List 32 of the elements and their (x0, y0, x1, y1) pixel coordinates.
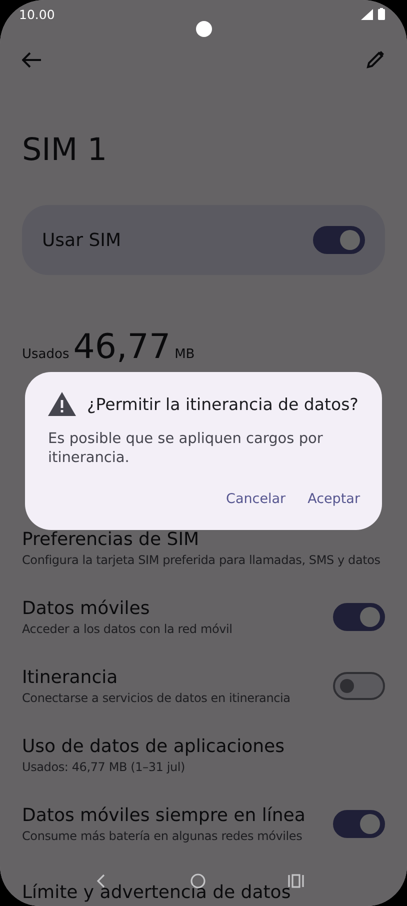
pencil-icon[interactable] (365, 50, 385, 70)
usage-amount: 46,77 (73, 327, 171, 367)
battery-icon (378, 8, 385, 20)
dialog-button[interactable]: Aceptar (308, 487, 360, 511)
dialog-message: Es posible que se apliquen cargos por itinerancia. (48, 430, 324, 468)
setting-subtitle: Acceder a los datos con la red móvil (22, 622, 232, 636)
warning-icon (48, 392, 76, 416)
recent-apps-icon[interactable] (288, 874, 304, 888)
toggle-switch[interactable] (333, 602, 385, 630)
setting-title[interactable]: Itinerancia (22, 666, 290, 688)
status-time: 10.00 (19, 6, 55, 22)
setting-title[interactable]: Uso de datos de aplicaciones (22, 736, 285, 756)
setting-title[interactable]: Datos móviles siempre en línea (22, 804, 306, 826)
setting-title[interactable]: Límite y advertencia de datos (22, 882, 291, 903)
usage-unit: MB (174, 347, 195, 362)
toggle-switch[interactable] (313, 226, 365, 254)
setting-subtitle: Usados: 46,77 MB (1–31 jul) (22, 760, 186, 774)
setting-title[interactable]: Datos móviles (22, 598, 232, 618)
sim-label: Usar SIM (42, 230, 121, 250)
setting-title[interactable]: Preferencias de SIM (22, 528, 380, 550)
dialog-title: ¿Permitir la itinerancia de datos? (87, 394, 358, 414)
camera-icon (196, 21, 212, 37)
toggle-switch[interactable] (333, 810, 385, 838)
back-arrow-icon[interactable] (22, 52, 42, 68)
setting-subtitle: Conectarse a servicios de datos en itinerancia (22, 690, 290, 704)
page-title: SIM 1 (22, 132, 108, 168)
toggle-switch[interactable] (333, 672, 385, 700)
dialog-button[interactable]: Cancelar (226, 487, 286, 511)
usage-label: Usados (22, 347, 70, 362)
signal-icon (361, 9, 373, 20)
setting-subtitle: Configura la tarjeta SIM preferida para llamadas, SMS y datos (22, 552, 380, 566)
setting-subtitle: Consume más batería en algunas redes móviles (22, 828, 304, 842)
